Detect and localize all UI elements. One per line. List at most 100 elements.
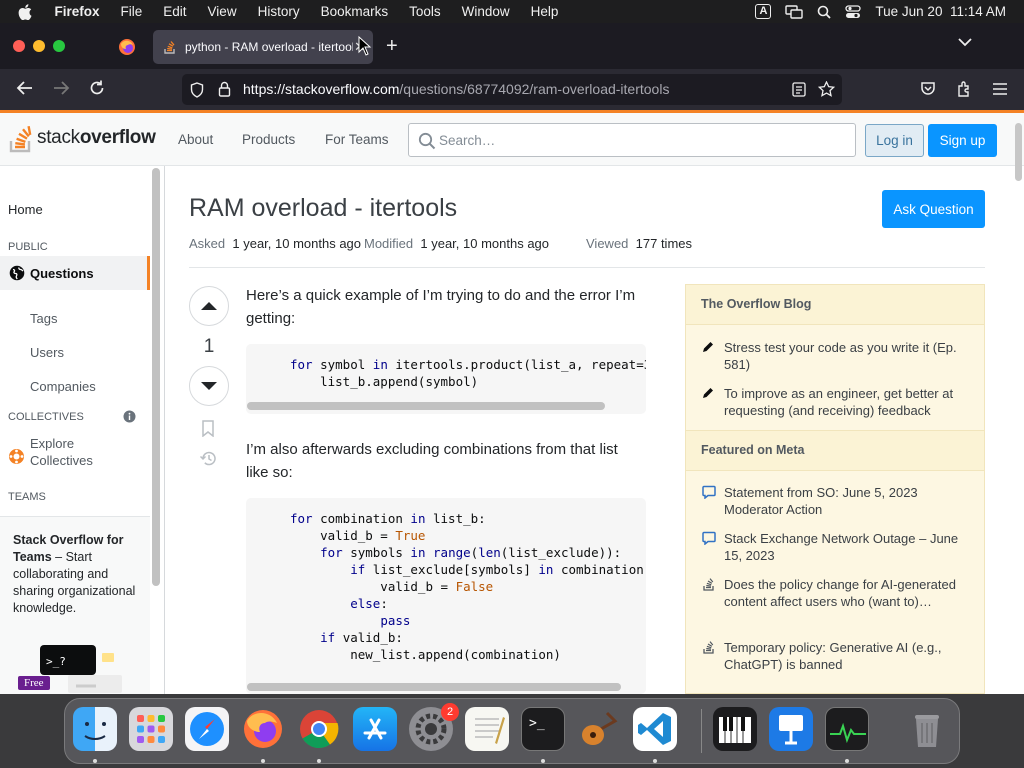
upvote-button[interactable] [189, 286, 229, 326]
pinned-tab-firefox[interactable] [112, 32, 142, 62]
question-title[interactable]: RAM overload - itertools [189, 194, 457, 223]
extensions-icon[interactable] [956, 80, 972, 98]
meta-item-2[interactable]: Stack Exchange Network Outage – June 15,… [724, 530, 974, 564]
tab-list-chevron-icon[interactable] [958, 37, 972, 47]
menu-tools[interactable]: Tools [409, 4, 441, 19]
stackexchange-icon [703, 641, 714, 654]
downvote-button[interactable] [189, 366, 229, 406]
window-zoom-button[interactable] [53, 40, 65, 52]
search-input[interactable]: Search… [408, 123, 856, 157]
forward-arrow-icon[interactable] [52, 79, 70, 97]
sidebar-item-questions[interactable]: Questions [0, 256, 150, 290]
sidebar-item-tags[interactable]: Tags [30, 311, 57, 326]
ask-question-button[interactable]: Ask Question [882, 190, 985, 228]
keynote-icon[interactable] [769, 707, 813, 751]
menu-bookmarks[interactable]: Bookmarks [321, 4, 389, 19]
meta-item-3[interactable]: Does the policy change for AI-generated … [724, 576, 974, 610]
menu-file[interactable]: File [121, 4, 143, 19]
meta-asked: Asked 1 year, 10 months ago [189, 236, 361, 251]
sidebar-item-explore-collectives[interactable]: Explore Collectives [30, 435, 110, 469]
nav-about[interactable]: About [178, 132, 213, 147]
meta-item-1[interactable]: Statement from SO: June 5, 2023 Moderato… [724, 484, 974, 518]
lock-icon[interactable] [218, 81, 231, 97]
pencil-icon [703, 388, 713, 398]
signup-button[interactable]: Sign up [928, 124, 997, 157]
sidebar-item-home[interactable]: Home [8, 202, 43, 217]
tracking-shield-icon[interactable] [190, 82, 204, 98]
logo-text-plain: stack [37, 127, 80, 148]
screen-mirroring-icon[interactable] [785, 4, 804, 19]
launchpad-icon[interactable] [129, 707, 173, 751]
sidebar-item-users[interactable]: Users [30, 345, 64, 360]
left-sidebar: Home PUBLIC Questions Tags Users Compani… [0, 166, 165, 694]
menu-help[interactable]: Help [531, 4, 559, 19]
back-arrow-icon[interactable] [16, 79, 34, 97]
history-icon[interactable] [199, 450, 217, 467]
menu-window[interactable]: Window [462, 4, 510, 19]
code-block-1-scrollbar[interactable] [247, 402, 605, 410]
overflow-blog-header: The Overflow Blog [686, 285, 984, 325]
safari-icon[interactable] [185, 707, 229, 751]
firefox-icon [244, 710, 282, 748]
info-icon[interactable] [123, 410, 136, 423]
hamburger-menu-icon[interactable] [992, 82, 1008, 96]
menu-view[interactable]: View [208, 4, 237, 19]
apple-icon[interactable] [18, 3, 32, 20]
nav-for-teams[interactable]: For Teams [325, 132, 389, 147]
window-minimize-button[interactable] [33, 40, 45, 52]
sidebar-section-collectives: COLLECTIVES [8, 411, 84, 423]
menubar-clock[interactable]: Tue Jun 20 11:14 AM [875, 4, 1006, 19]
page-scrollbar-thumb[interactable] [1015, 123, 1022, 181]
logo-text-bold: overflow [79, 127, 156, 148]
terminal-icon[interactable]: >_ [521, 707, 565, 751]
control-center-icon[interactable] [845, 4, 862, 19]
chrome-logo-icon [300, 710, 339, 749]
trash-icon[interactable] [905, 707, 949, 751]
new-tab-button[interactable]: + [386, 33, 398, 59]
chrome-icon[interactable] [297, 707, 341, 751]
bookmark-icon[interactable] [201, 420, 215, 437]
meta-item-4[interactable]: Temporary policy: Generative AI (e.g., C… [724, 639, 974, 673]
nav-products[interactable]: Products [242, 132, 295, 147]
reload-icon[interactable] [88, 79, 106, 97]
code-block-2-scrollbar[interactable] [247, 683, 621, 691]
tab-title: python - RAM overload - itertools - Stac… [185, 40, 353, 54]
vscode-icon[interactable] [633, 707, 677, 751]
featured-meta-header: Featured on Meta [686, 430, 984, 471]
url-bar[interactable]: https://stackoverflow.com/questions/6877… [182, 74, 842, 105]
tab-active[interactable]: python - RAM overload - itertools - Stac… [153, 30, 373, 64]
bookmark-star-icon[interactable] [818, 81, 835, 97]
spotlight-search-icon[interactable] [817, 5, 832, 19]
garageband-icon[interactable] [577, 707, 621, 751]
keynote-podium-icon [779, 715, 803, 745]
menu-edit[interactable]: Edit [163, 4, 186, 19]
finder-icon[interactable] [73, 707, 117, 751]
login-button[interactable]: Log in [865, 124, 924, 157]
code-block-1-text: for symbol in itertools.product(list_a, … [290, 357, 646, 389]
firefox-dock-icon[interactable] [241, 707, 285, 751]
search-icon [418, 132, 436, 150]
menu-history[interactable]: History [258, 4, 300, 19]
reader-view-icon[interactable] [792, 82, 806, 97]
url-text[interactable]: https://stackoverflow.com/questions/6877… [243, 81, 669, 97]
window-close-button[interactable] [13, 40, 25, 52]
collectives-icon [9, 449, 24, 464]
search-placeholder: Search… [439, 132, 496, 148]
stackoverflow-logo[interactable]: stackoverflow [8, 123, 156, 153]
launchpad-grid-icon [137, 715, 165, 743]
code-block-2: for combination in list_b: valid_b = Tru… [246, 498, 646, 694]
input-source-indicator[interactable]: A [755, 4, 772, 19]
svg-text:>_?: >_? [46, 655, 66, 668]
blog-item-2[interactable]: To improve as an engineer, get better at… [724, 385, 974, 419]
activity-monitor-icon[interactable] [825, 707, 869, 751]
blog-item-1[interactable]: Stress test your code as you write it (E… [724, 339, 974, 373]
sidebar-item-companies[interactable]: Companies [30, 379, 96, 394]
piano-app-icon[interactable] [713, 707, 757, 751]
menu-app-firefox[interactable]: Firefox [55, 4, 100, 19]
pocket-icon[interactable] [920, 81, 936, 97]
teams-promo-text: Stack Overflow for Teams – Start collabo… [13, 532, 141, 617]
logo-text: stackoverflow [37, 127, 156, 149]
textedit-icon[interactable] [465, 707, 509, 751]
left-sidebar-scrollbar[interactable] [152, 168, 160, 586]
app-store-icon[interactable] [353, 707, 397, 751]
